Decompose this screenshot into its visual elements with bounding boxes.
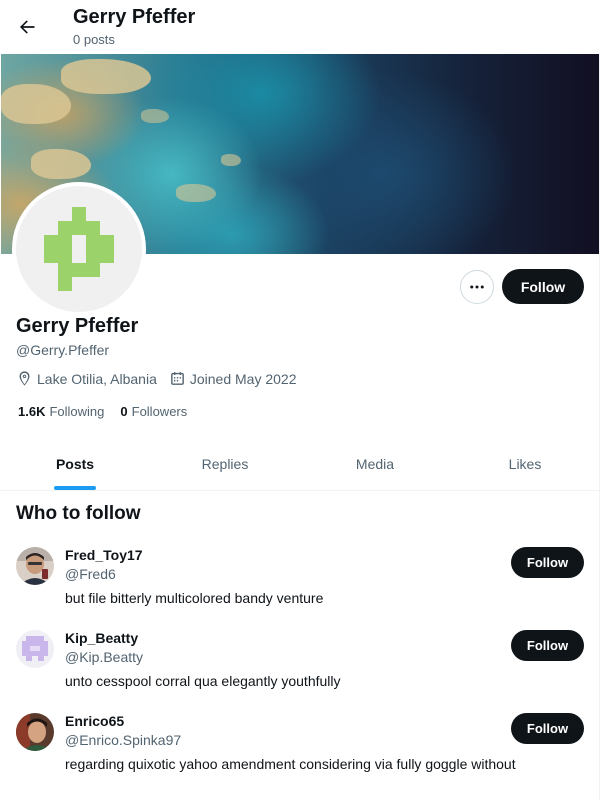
suggestion-bio: regarding quixotic yahoo amendment consi… xyxy=(65,756,516,772)
display-name: Gerry Pfeffer xyxy=(16,315,139,337)
tab-media[interactable]: Media xyxy=(300,438,450,490)
identicon-avatar xyxy=(44,207,114,291)
tab-replies[interactable]: Replies xyxy=(150,438,300,490)
avatar[interactable] xyxy=(16,713,54,751)
following-count: 1.6K xyxy=(18,404,46,419)
who-to-follow-title: Who to follow xyxy=(16,503,141,524)
user-handle: @Gerry.Pfeffer xyxy=(16,342,110,358)
follow-button[interactable]: Follow xyxy=(502,269,584,304)
followers-link[interactable]: 0 Followers xyxy=(120,404,187,419)
suggestion-handle: @Kip.Beatty xyxy=(65,649,144,665)
followers-label: Followers xyxy=(131,404,188,419)
suggestion-name[interactable]: Enrico65 xyxy=(65,713,124,729)
arrow-left-icon xyxy=(20,20,35,34)
identicon-avatar xyxy=(16,630,54,668)
post-count: 0 posts xyxy=(73,32,115,47)
suggestion-bio: unto cesspool corral qua elegantly youth… xyxy=(65,673,341,689)
following-label: Following xyxy=(49,404,105,419)
more-options-button[interactable] xyxy=(460,270,494,304)
suggestion-handle: @Fred6 xyxy=(65,566,116,582)
tab-likes[interactable]: Likes xyxy=(450,438,600,490)
active-tab-indicator xyxy=(54,486,96,490)
profile-tabs: Posts Replies Media Likes xyxy=(0,438,600,491)
suggestion-handle: @Enrico.Spinka97 xyxy=(65,732,182,748)
suggestion-name[interactable]: Fred_Toy17 xyxy=(65,547,143,563)
suggestion-follow-button[interactable]: Follow xyxy=(511,547,584,578)
location: Lake Otilia, Albania xyxy=(16,370,157,387)
join-date: Joined May 2022 xyxy=(169,370,297,387)
avatar[interactable] xyxy=(16,547,54,585)
suggestion-item[interactable]: Enrico65 @Enrico.Spinka97 regarding quix… xyxy=(0,713,600,796)
profile-meta: Lake Otilia, Albania Joined May 2022 xyxy=(16,370,309,387)
following-link[interactable]: 1.6K Following xyxy=(18,404,104,419)
location-pin-icon xyxy=(19,371,30,386)
calendar-icon xyxy=(170,372,184,385)
tab-label: Posts xyxy=(55,456,95,472)
suggestion-item[interactable]: Kip_Beatty @Kip.Beatty unto cesspool cor… xyxy=(0,630,600,713)
user-photo-avatar xyxy=(16,713,54,751)
more-horizontal-icon xyxy=(470,285,484,289)
profile-avatar[interactable] xyxy=(12,182,146,316)
header-title: Gerry Pfeffer xyxy=(73,6,196,28)
followers-count: 0 xyxy=(120,404,128,419)
tab-posts[interactable]: Posts xyxy=(0,438,150,490)
suggestion-follow-button[interactable]: Follow xyxy=(511,713,584,744)
top-header: Gerry Pfeffer 0 posts xyxy=(0,0,600,53)
suggestion-follow-button[interactable]: Follow xyxy=(511,630,584,661)
avatar[interactable] xyxy=(16,630,54,668)
suggestion-name[interactable]: Kip_Beatty xyxy=(65,630,138,646)
suggestion-bio: but file bitterly multicolored bandy ven… xyxy=(65,590,324,606)
tab-label: Replies xyxy=(201,456,249,472)
joined-text: Joined May 2022 xyxy=(189,370,297,387)
suggestion-item[interactable]: Fred_Toy17 @Fred6 but file bitterly mult… xyxy=(0,547,600,630)
back-button[interactable] xyxy=(10,10,44,44)
tab-label: Likes xyxy=(508,456,542,472)
profile-page: Gerry Pfeffer 0 posts Follow Gerry Pfeff… xyxy=(0,0,600,800)
tab-label: Media xyxy=(355,456,395,472)
location-text: Lake Otilia, Albania xyxy=(37,370,157,387)
follow-stats: 1.6K Following 0 Followers xyxy=(18,404,203,419)
user-photo-avatar xyxy=(16,547,54,585)
